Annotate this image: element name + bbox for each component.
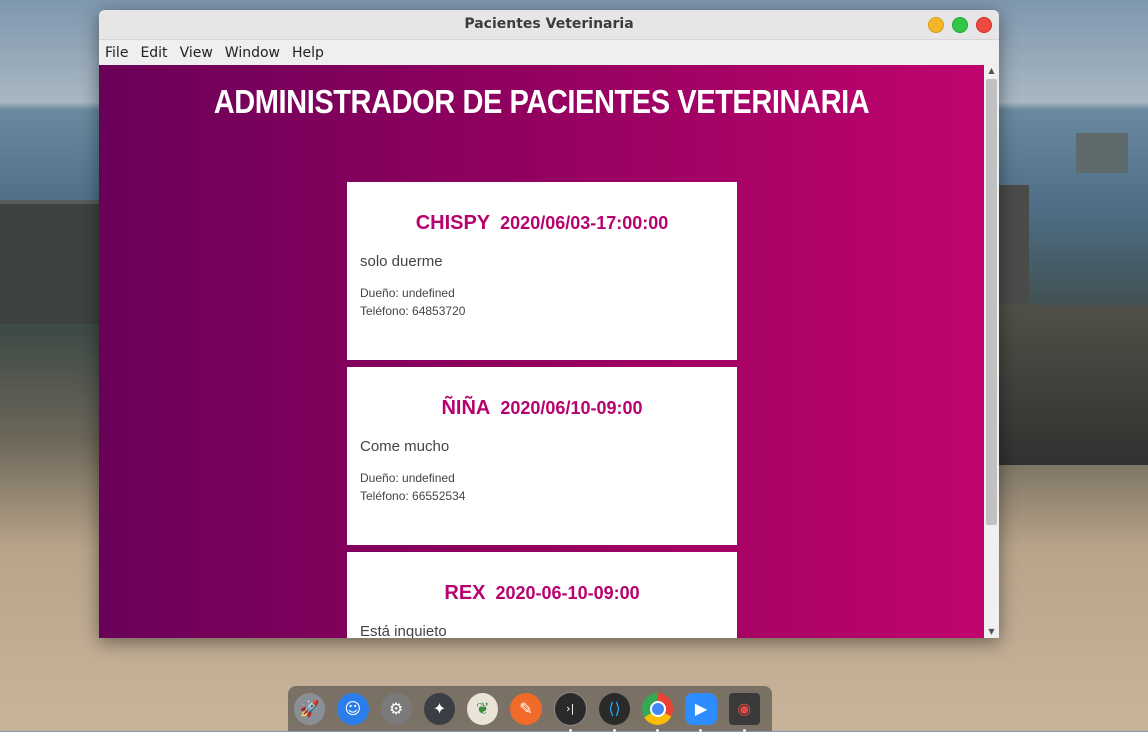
window-title: Pacientes Veterinaria: [464, 16, 634, 32]
patient-card: Chispy 2020/06/03-17:00:00 solo duerme Du…: [347, 182, 737, 360]
settings-icon[interactable]: ⚙: [380, 692, 412, 725]
terminal-icon[interactable]: ›|: [553, 691, 587, 732]
title-bar[interactable]: Pacientes Veterinaria: [99, 10, 999, 40]
zoom-icon[interactable]: ▶: [685, 692, 717, 732]
scroll-thumb[interactable]: [986, 79, 997, 525]
chrome-icon[interactable]: [642, 692, 674, 732]
patient-header: Chispy 2020/06/03-17:00:00: [347, 212, 737, 235]
launchpad-icon[interactable]: 🚀: [294, 692, 326, 725]
mongodb-icon[interactable]: ❦: [467, 692, 499, 725]
patient-phone: Teléfono: 64853720: [360, 304, 466, 318]
close-button[interactable]: [976, 17, 992, 33]
patient-symptoms: Está inquieto: [360, 623, 447, 638]
patient-name: Ñiña: [441, 397, 491, 419]
vscode-icon[interactable]: ⟨⟩: [598, 692, 631, 732]
app-swirl-icon[interactable]: ✦: [423, 692, 456, 725]
desktop-sea-wall: [999, 305, 1148, 465]
patient-name: Chispy: [415, 212, 491, 234]
patient-datetime: 2020/06/03-17:00:00: [500, 213, 669, 233]
minimize-button[interactable]: [928, 17, 944, 33]
menu-edit[interactable]: Edit: [140, 45, 167, 61]
app-window: Pacientes Veterinaria File Edit View Win…: [99, 10, 999, 638]
finder-icon[interactable]: ☺: [337, 692, 369, 725]
patient-meta: Dueño: undefined Teléfono: 66552534: [360, 469, 737, 505]
patient-owner: Dueño: undefined: [360, 471, 455, 485]
maximize-button[interactable]: [952, 17, 968, 33]
patient-symptoms: solo duerme: [360, 253, 443, 270]
scroll-up-arrow-icon[interactable]: ▲: [984, 65, 999, 77]
patient-symptoms: Come mucho: [360, 438, 450, 455]
vertical-scrollbar[interactable]: ▲ ▼: [984, 65, 999, 638]
dock: 🚀 ☺ ⚙ ✦ ❦ ✎ ›| ⟨⟩ ▶ ◉: [288, 686, 772, 732]
patient-owner: Dueño: undefined: [360, 286, 455, 300]
menu-window[interactable]: Window: [225, 45, 280, 61]
patient-header: Rex 2020-06-10-09:00: [347, 582, 737, 605]
scroll-down-arrow-icon[interactable]: ▼: [984, 626, 999, 638]
screenshot-icon[interactable]: ◉: [728, 692, 760, 732]
desktop-pillar: [1076, 133, 1128, 173]
patient-datetime: 2020-06-10-09:00: [495, 583, 640, 603]
postman-icon[interactable]: ✎: [510, 692, 542, 725]
menu-view[interactable]: View: [180, 45, 213, 61]
desktop-rock-right: [999, 185, 1029, 305]
menu-help[interactable]: Help: [292, 45, 324, 61]
page-title: Administrador de Pacientes Veterinaria: [213, 83, 870, 120]
patient-card: Ñiña 2020/06/10-09:00 Come mucho Dueño: u…: [347, 367, 737, 545]
patient-name: Rex: [444, 582, 486, 604]
patient-phone: Teléfono: 66552534: [360, 489, 466, 503]
patient-datetime: 2020/06/10-09:00: [500, 398, 643, 418]
app-content: Administrador de Pacientes Veterinaria C…: [99, 65, 984, 638]
menu-file[interactable]: File: [105, 45, 128, 61]
patient-meta: Dueño: undefined Teléfono: 64853720: [360, 284, 737, 320]
patient-header: Ñiña 2020/06/10-09:00: [347, 397, 737, 420]
patient-card: Rex 2020-06-10-09:00 Está inquieto: [347, 552, 737, 638]
menu-bar: File Edit View Window Help: [99, 40, 999, 65]
desktop-rock: [0, 200, 100, 324]
